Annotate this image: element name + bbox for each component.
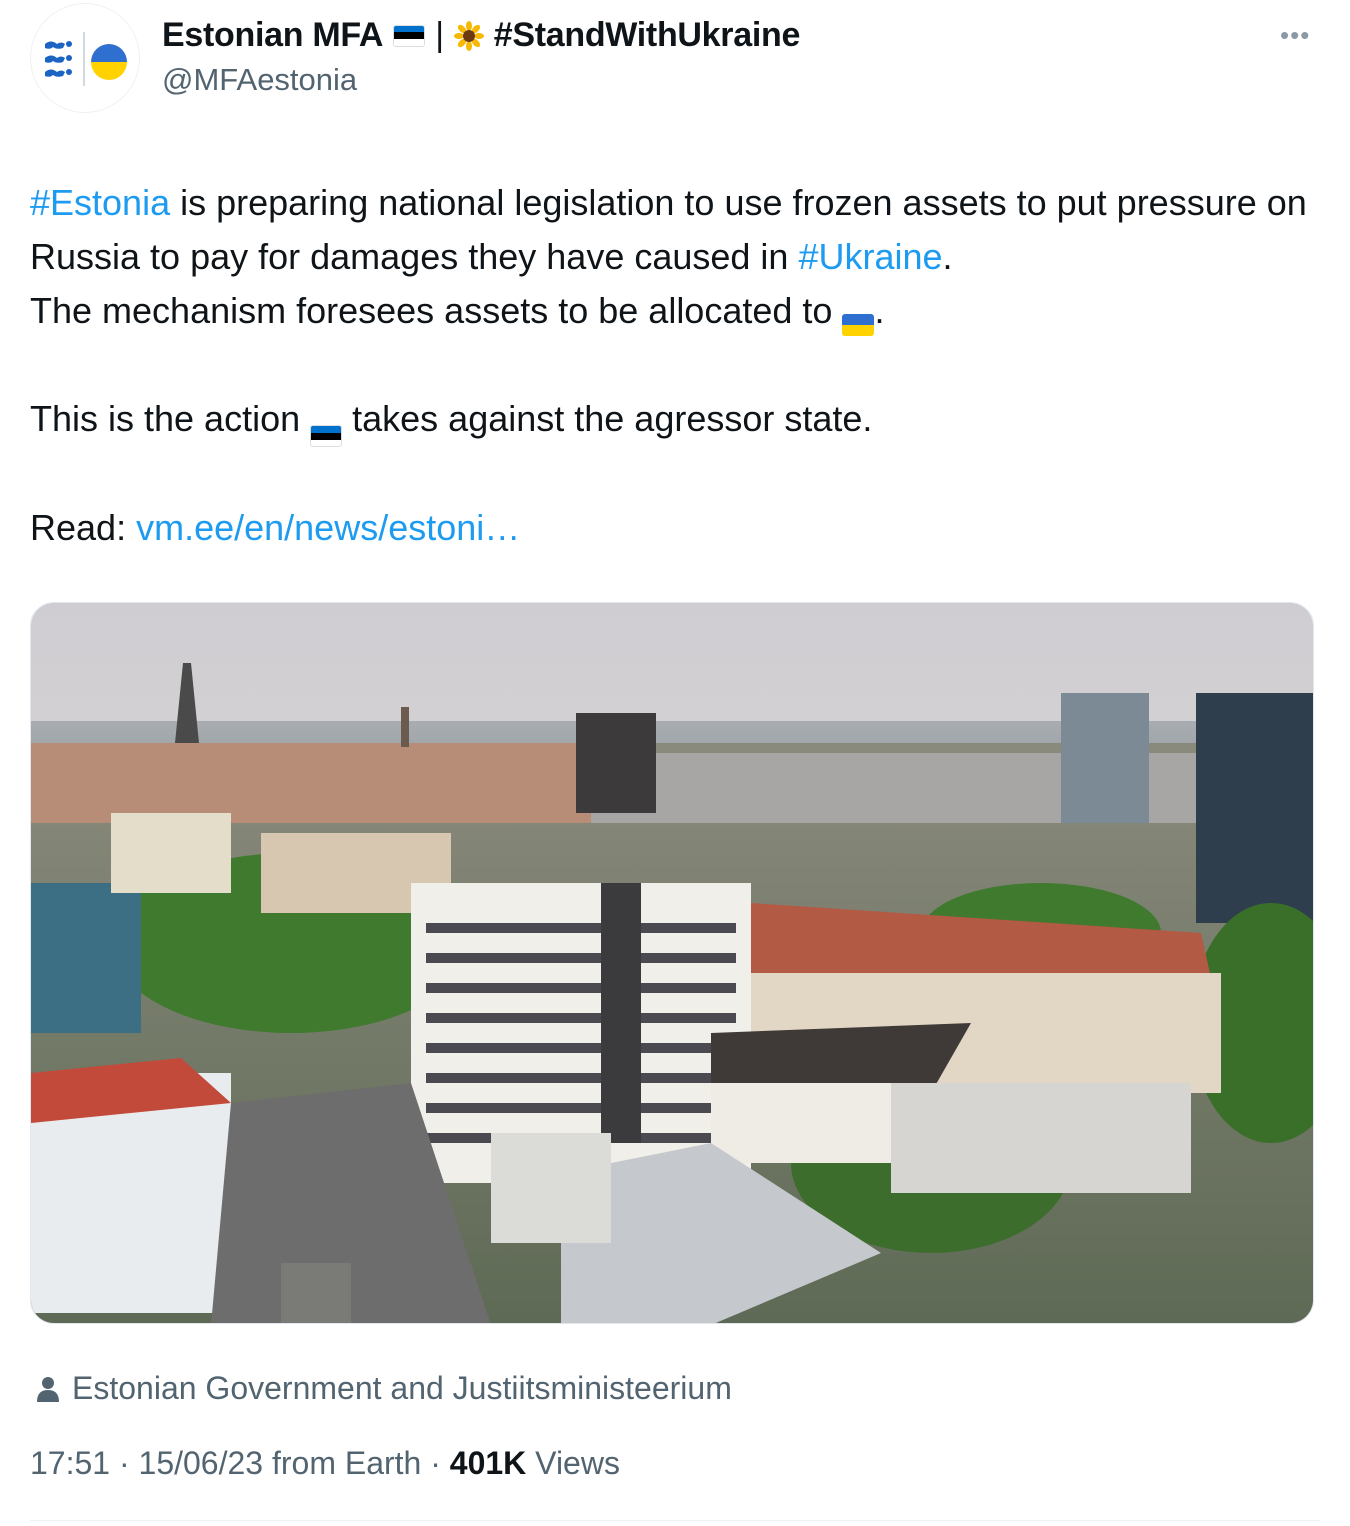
views-count: 401K (449, 1445, 527, 1481)
ukraine-flag-icon (842, 314, 875, 336)
tweet-paragraph-1: #Estonia is preparing national legislati… (30, 176, 1320, 338)
ukraine-disc-icon (91, 44, 127, 80)
author-name: Estonian MFA (162, 16, 384, 54)
more-options-icon[interactable]: ••• (1280, 20, 1310, 51)
estonia-flag-icon (310, 425, 343, 448)
tweet-date[interactable]: 15/06/23 (139, 1445, 264, 1481)
tweet-text-segment: This is the action (30, 398, 311, 439)
tweet-text-segment: . (874, 290, 885, 331)
tweet-time[interactable]: 17:51 (30, 1445, 110, 1481)
hashtag-ukraine-link[interactable]: #Ukraine (798, 236, 942, 277)
author-display-name[interactable]: Estonian MFA | #StandWithUkraine (162, 16, 800, 55)
tweet-photo[interactable] (30, 602, 1314, 1324)
author-hashtag-name: #StandWithUkraine (493, 16, 801, 54)
person-icon (37, 1376, 59, 1402)
meta-dot: · (110, 1445, 139, 1481)
views-label: Views (526, 1445, 620, 1481)
tweet-text-segment: The mechanism foresees assets to be allo… (30, 290, 843, 331)
author-handle[interactable]: @MFAestonia (162, 62, 357, 98)
tweet-source: from Earth (263, 1445, 422, 1481)
meta-dot: · (421, 1445, 450, 1481)
hashtag-estonia-link[interactable]: #Estonia (30, 182, 170, 223)
tweet: Estonian MFA | #StandWithUkraine @MFAest… (0, 0, 1350, 1526)
divider (30, 1520, 1320, 1521)
tweet-text: #Estonia is preparing national legislati… (30, 176, 1320, 555)
name-separator: | (435, 16, 444, 54)
avatar-divider (83, 32, 85, 86)
estonia-flag-icon (393, 24, 426, 47)
tagged-people[interactable]: Estonian Government and Justiitsministee… (36, 1370, 732, 1407)
tweet-paragraph-3: Read: vm.ee/en/news/estoni… (30, 501, 1320, 555)
tallinn-aerial-photo (31, 603, 1313, 1323)
tweet-meta: 17:51 · 15/06/23 from Earth · 401K Views (30, 1445, 620, 1482)
estonia-mfa-logo-icon (45, 41, 72, 77)
tweet-paragraph-2: This is the action takes against the agr… (30, 392, 1320, 448)
sunflower-icon (453, 20, 484, 51)
tweet-text-segment: takes against the agressor state. (342, 398, 873, 439)
tweet-text-segment: is preparing national legislation to use… (30, 182, 1307, 277)
tweet-text-segment: . (942, 236, 953, 277)
tagged-names: Estonian Government and Justiitsministee… (72, 1370, 732, 1406)
article-link[interactable]: vm.ee/en/news/estoni… (136, 507, 520, 548)
avatar[interactable] (30, 3, 140, 113)
read-label: Read: (30, 507, 137, 549)
